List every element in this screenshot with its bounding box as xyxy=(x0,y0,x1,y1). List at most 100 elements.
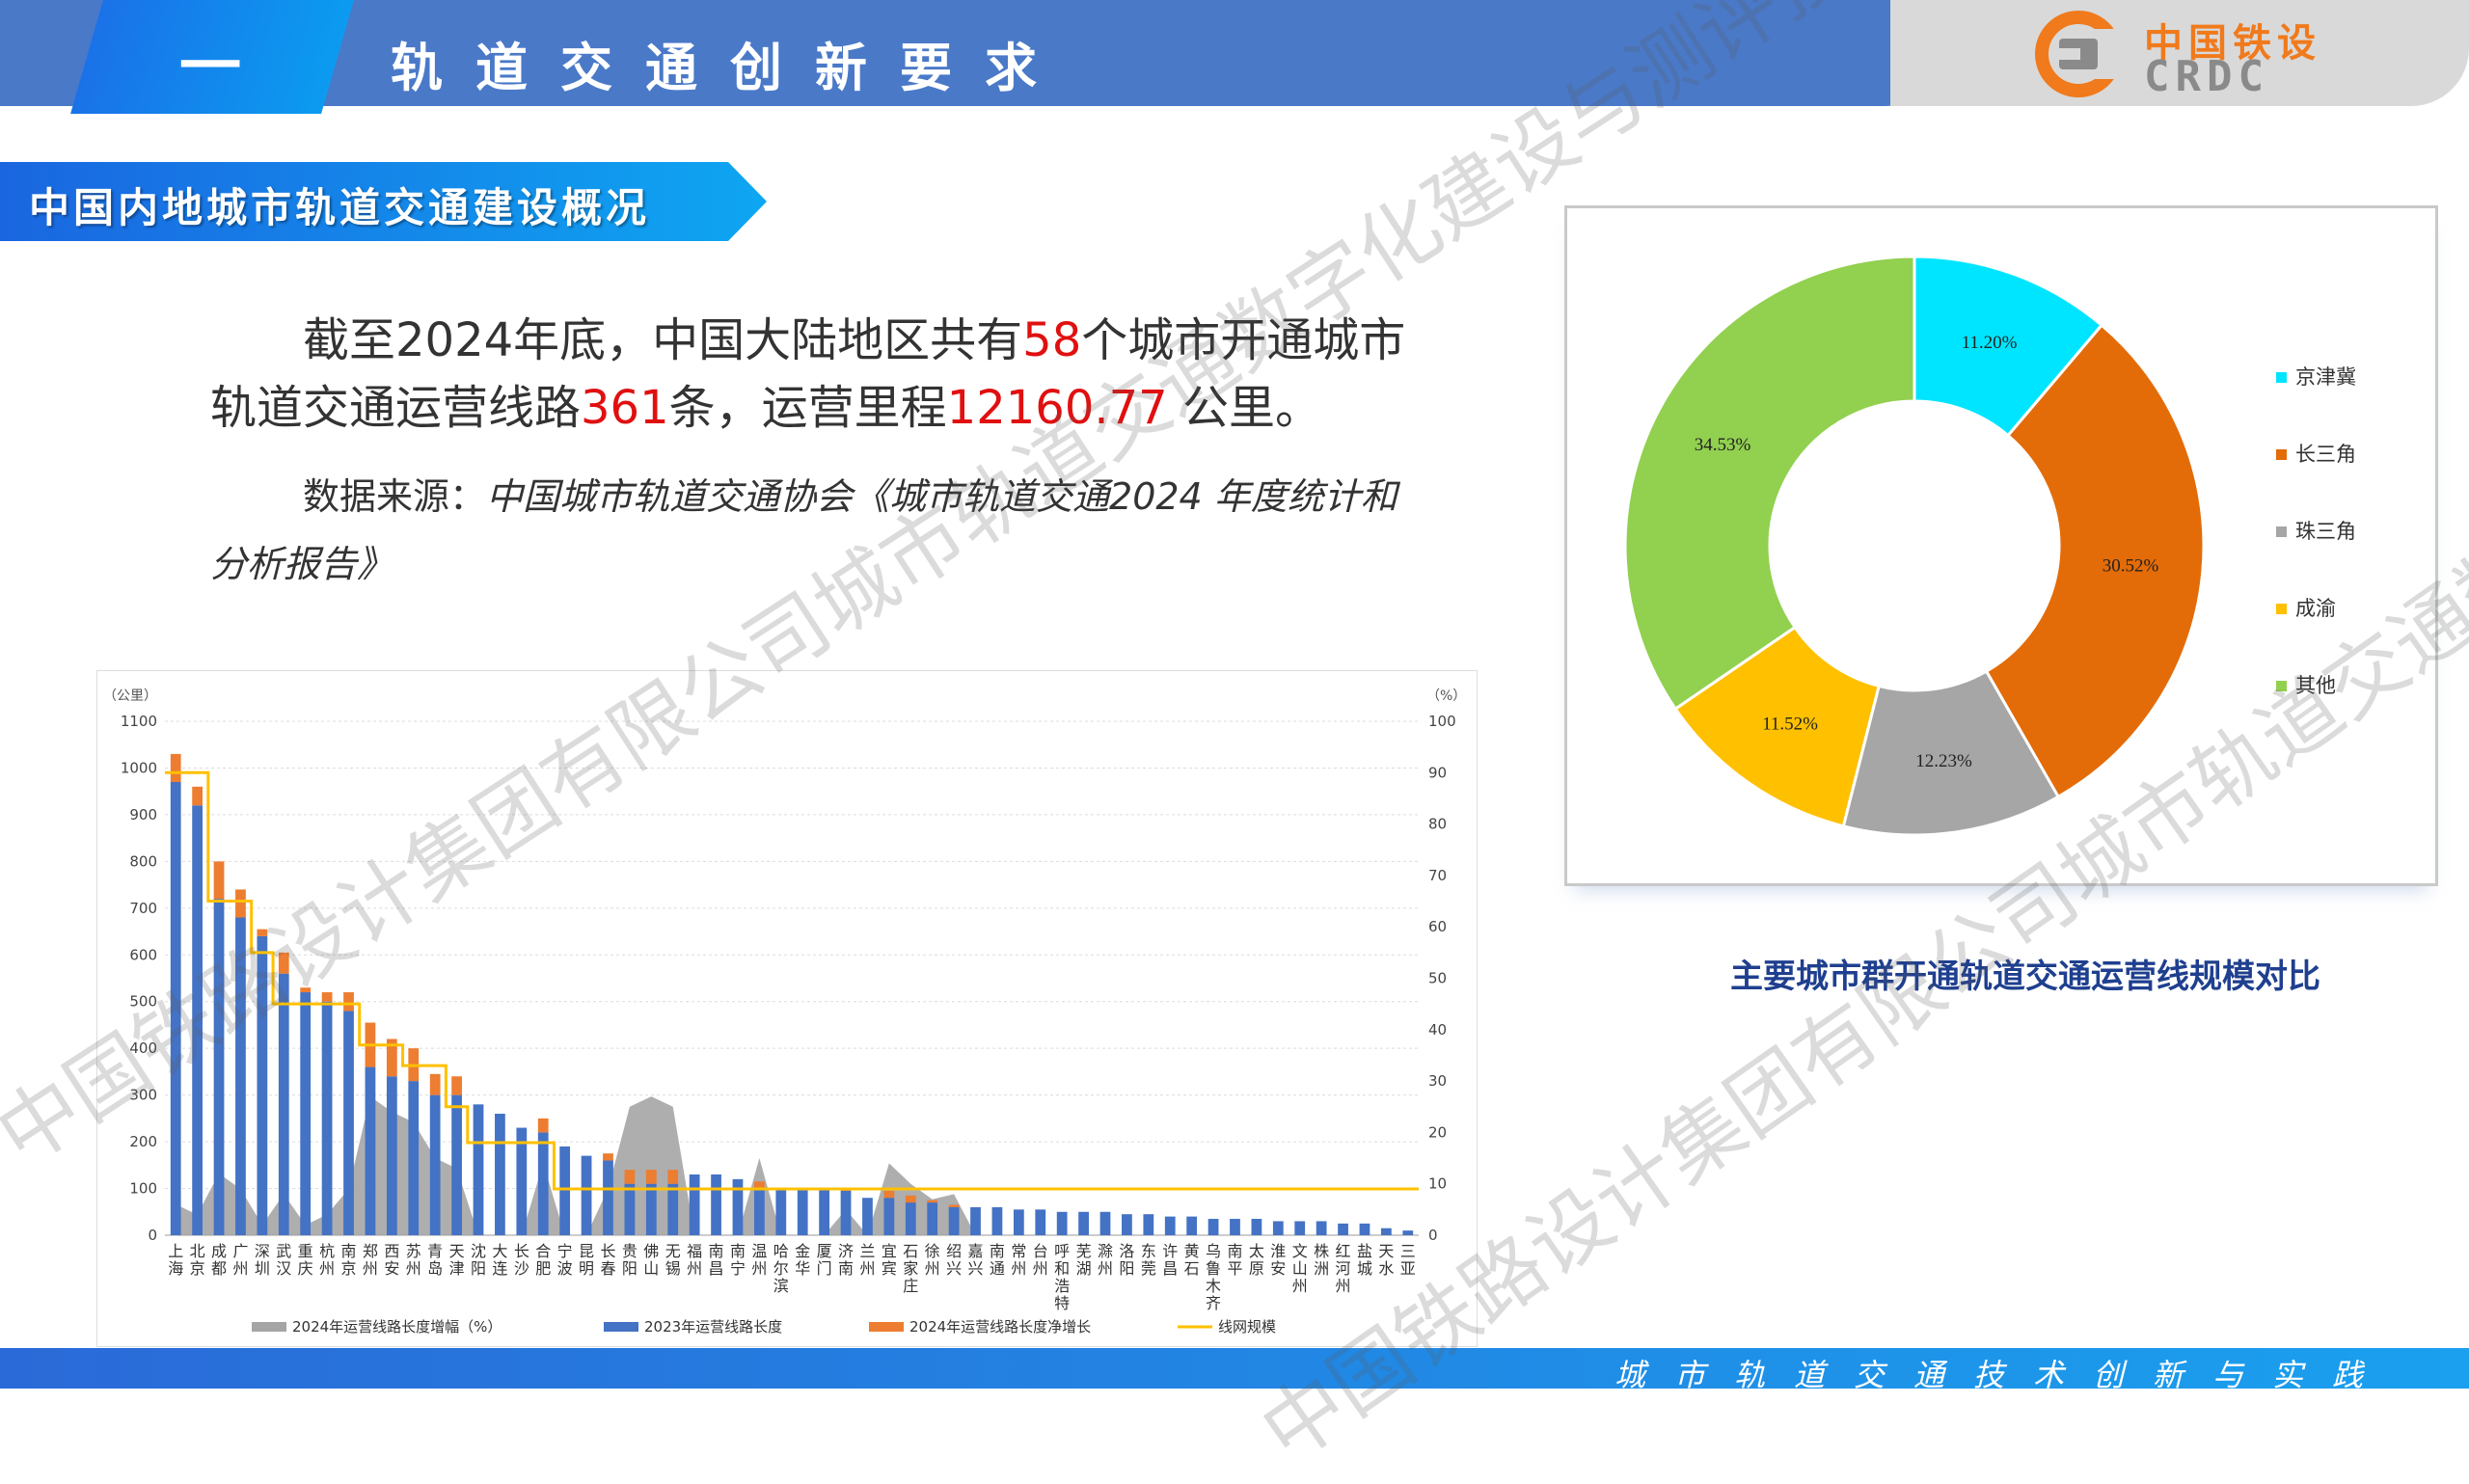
bar-2023-length xyxy=(991,1206,1003,1235)
x-tick-label: 佛山 xyxy=(643,1242,659,1278)
bar-2023-length xyxy=(1056,1211,1068,1235)
x-tick-label: 淮安 xyxy=(1270,1242,1286,1278)
bar-2023-length xyxy=(495,1114,505,1235)
legend-label: 2024年运营线路长度增幅（%） xyxy=(292,1318,502,1336)
bar-2023-length xyxy=(754,1188,765,1235)
donut-legend-label: 长三角 xyxy=(2295,443,2356,466)
x-tick-label: 温州 xyxy=(751,1242,767,1278)
bar-2023-length xyxy=(883,1198,895,1235)
donut-data-label: 30.52% xyxy=(2103,556,2159,577)
bar-2023-length xyxy=(1143,1214,1154,1235)
bar-2024-net-growth xyxy=(451,1076,462,1095)
x-tick-label: 南昌 xyxy=(709,1242,724,1278)
bar-2023-length xyxy=(473,1104,484,1235)
y2-tick-label: 90 xyxy=(1428,764,1447,781)
bar-2024-net-growth xyxy=(667,1170,679,1184)
x-tick-label: 盐城 xyxy=(1357,1242,1372,1278)
bar-2023-length xyxy=(948,1206,960,1235)
y-tick-label: 900 xyxy=(129,806,157,823)
logo-english: CRDC xyxy=(2144,52,2269,101)
section-number: 一 xyxy=(179,32,245,103)
donut-legend-label: 成渝 xyxy=(2295,597,2336,620)
bar-2023-length xyxy=(1099,1211,1111,1235)
y-tick-label: 1000 xyxy=(121,759,157,776)
x-tick-label: 乌鲁木齐 xyxy=(1206,1242,1221,1312)
bar-2023-length xyxy=(624,1183,636,1235)
x-tick-label: 沈阳 xyxy=(471,1242,486,1278)
x-tick-label: 哈尔滨 xyxy=(773,1242,789,1295)
y2-tick-label: 60 xyxy=(1428,918,1447,935)
bar-2023-length xyxy=(1035,1209,1046,1235)
legend-label: 2024年运营线路长度净增长 xyxy=(909,1318,1091,1336)
x-tick-label: 兰州 xyxy=(859,1242,875,1278)
footer-bar: 城市轨道交通技术创新与实践 xyxy=(0,1348,2469,1393)
x-tick-label: 贵阳 xyxy=(622,1242,638,1278)
y2-tick-label: 20 xyxy=(1428,1123,1447,1141)
bar-2023-length xyxy=(1272,1221,1284,1235)
donut-legend-label: 京津冀 xyxy=(2295,365,2356,389)
section-title: 中国内地城市轨道交通建设概况 xyxy=(29,184,651,231)
x-tick-label: 长春 xyxy=(600,1242,615,1278)
bar-2023-length xyxy=(819,1188,829,1235)
y-tick-label: 0 xyxy=(148,1227,157,1244)
bar-2024-net-growth xyxy=(192,786,203,806)
donut-chart-svg: 11.20% 30.52% 12.23% 11.52% 34.53% 京津冀长三角珠三角成… xyxy=(1623,255,2356,837)
bar-2023-length xyxy=(970,1206,981,1235)
bar-2023-length xyxy=(1338,1223,1348,1235)
bar-2023-length xyxy=(711,1174,721,1235)
crdc-logo-icon xyxy=(2035,11,2136,97)
bar-2024-net-growth xyxy=(624,1170,636,1184)
y2-tick-label: 40 xyxy=(1428,1021,1447,1039)
y-tick-label: 1100 xyxy=(121,713,157,730)
summary-text-3: 条，运营里程 xyxy=(668,381,947,435)
bar-2023-length xyxy=(408,1081,420,1235)
y-tick-label: 600 xyxy=(129,946,157,963)
bar-2024-net-growth xyxy=(905,1195,916,1203)
bar-2024-net-growth xyxy=(170,753,181,782)
bar-2024-net-growth xyxy=(948,1204,960,1207)
bar-2023-length xyxy=(1207,1219,1219,1235)
bar-2023-length xyxy=(581,1155,592,1235)
x-tick-label: 南通 xyxy=(990,1242,1005,1278)
bar-2023-length xyxy=(321,1001,333,1235)
bar-2023-length xyxy=(667,1183,679,1235)
section-heading: 中国内地城市轨道交通建设概况 xyxy=(0,162,767,241)
x-tick-label: 南宁 xyxy=(730,1242,746,1278)
bar-2023-length xyxy=(645,1183,657,1235)
x-tick-label: 洛阳 xyxy=(1119,1242,1134,1278)
x-tick-label: 厦门 xyxy=(817,1242,832,1278)
donut-legend-swatch xyxy=(2276,526,2287,537)
legend-swatch xyxy=(604,1322,638,1332)
x-tick-label: 黄石 xyxy=(1184,1242,1200,1278)
y-tick-label: 700 xyxy=(129,900,157,917)
x-tick-label: 金华 xyxy=(795,1242,810,1278)
x-tick-label: 株洲 xyxy=(1314,1242,1329,1278)
x-tick-label: 上海 xyxy=(168,1242,183,1278)
x-tick-label: 济南 xyxy=(838,1242,854,1278)
legend-label: 2023年运营线路长度 xyxy=(644,1318,782,1336)
x-tick-label: 重庆 xyxy=(298,1242,313,1278)
bar-2024-net-growth xyxy=(645,1170,657,1184)
x-tick-label: 徐州 xyxy=(925,1242,940,1278)
bar-2023-length xyxy=(1122,1214,1132,1235)
y-tick-label: 800 xyxy=(129,852,157,870)
x-tick-label: 嘉兴 xyxy=(968,1242,984,1278)
bar-2024-net-growth xyxy=(343,992,354,1012)
x-tick-label: 西安 xyxy=(384,1242,399,1278)
x-tick-label: 呼和浩特 xyxy=(1054,1242,1070,1312)
donut-slice xyxy=(1623,255,1916,712)
bar-2023-length xyxy=(1186,1216,1198,1235)
growth-area xyxy=(176,1096,1408,1235)
bar-2024-net-growth xyxy=(537,1118,549,1133)
bar-2023-length xyxy=(1078,1211,1089,1235)
line-count: 361 xyxy=(581,381,669,435)
x-tick-label: 长沙 xyxy=(514,1242,529,1278)
x-tick-label: 文山州 xyxy=(1292,1242,1308,1295)
x-tick-label: 苏州 xyxy=(406,1242,421,1278)
donut-data-label: 11.52% xyxy=(1762,714,1818,734)
x-tick-label: 滁州 xyxy=(1098,1242,1113,1278)
x-tick-label: 东莞 xyxy=(1141,1242,1156,1278)
city-count: 58 xyxy=(1022,313,1082,367)
y2-tick-label: 100 xyxy=(1428,713,1456,730)
bar-2024-net-growth xyxy=(927,1200,938,1203)
